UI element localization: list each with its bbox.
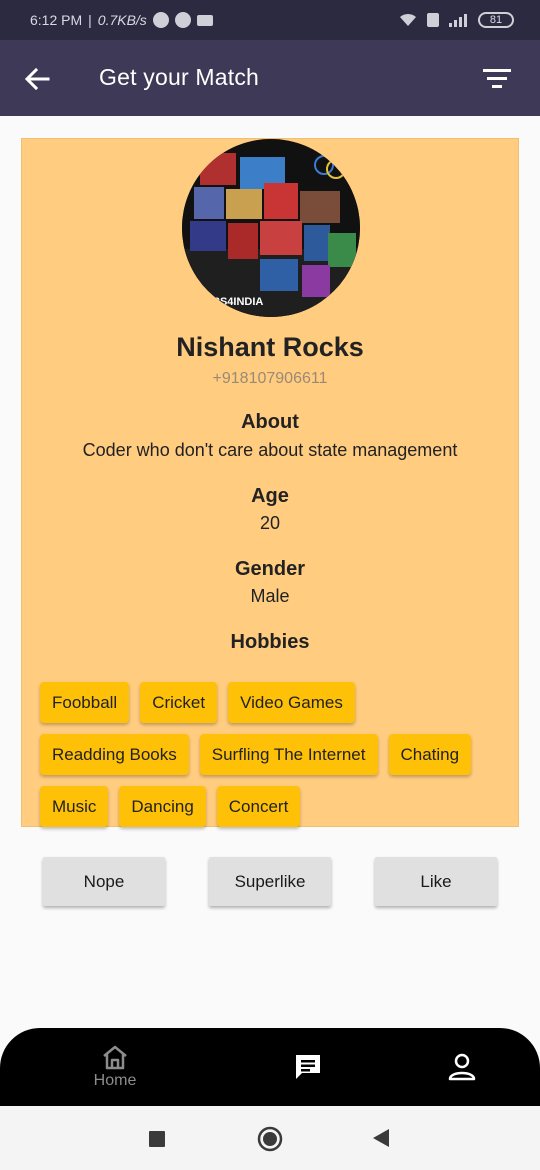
video-camera-icon	[196, 14, 213, 26]
hobby-chip[interactable]: Chating	[388, 734, 472, 775]
wifi-icon	[400, 13, 416, 26]
nav-home[interactable]: Home	[75, 1028, 155, 1106]
signal-icon	[449, 14, 467, 27]
system-navigation-bar	[0, 1106, 540, 1170]
gender-value: Male	[250, 586, 290, 606]
profile-name: Nishant Rocks	[176, 332, 364, 362]
home-circle-icon[interactable]	[257, 1126, 283, 1152]
profile-card: RS4INDIA Nishant Rocks +918107906611 Abo…	[21, 138, 519, 827]
home-icon	[103, 1045, 127, 1070]
hobby-chip[interactable]: Video Games	[228, 682, 355, 723]
person-icon	[448, 1053, 476, 1081]
hobby-chip[interactable]: Readding Books	[40, 734, 189, 775]
arrow-left-icon[interactable]	[22, 64, 52, 94]
hobby-chip[interactable]: Dancing	[119, 786, 206, 827]
avatar-caption: RS4INDIA	[212, 296, 263, 308]
filter-icon[interactable]	[482, 66, 512, 92]
profile-phone: +918107906611	[212, 370, 328, 387]
hobby-chip[interactable]: Foobball	[40, 682, 130, 723]
nope-button[interactable]: Nope	[43, 857, 165, 906]
hobby-chip[interactable]: Cricket	[140, 682, 218, 723]
hobbies-heading: Hobbies	[230, 631, 310, 653]
hobbies-list: Foobball Cricket Video Games Readding Bo…	[40, 682, 510, 827]
age-value: 20	[259, 513, 281, 533]
hobby-chip[interactable]: Concert	[216, 786, 301, 827]
battery-level: 81	[489, 14, 503, 26]
about-value: Coder who don't care about state managem…	[82, 440, 458, 460]
recents-square-icon[interactable]	[148, 1130, 166, 1148]
age-heading: Age	[251, 485, 289, 507]
app-bar: Get your Match	[0, 40, 540, 116]
superlike-button[interactable]: Superlike	[209, 857, 331, 906]
back-triangle-icon[interactable]	[372, 1128, 390, 1148]
page-title: Get your Match	[99, 64, 260, 90]
nav-profile[interactable]	[432, 1028, 492, 1106]
status-time: 6:12 PM	[30, 12, 83, 28]
about-heading: About	[241, 411, 299, 433]
hobby-chip[interactable]: Music	[40, 786, 109, 827]
sim-icon	[427, 13, 439, 27]
status-bar: 6:12 PM | 0.7KB/s 81	[0, 0, 540, 40]
messenger-icon	[152, 12, 169, 28]
status-speed: 0.7KB/s	[97, 12, 147, 28]
bottom-nav: Home	[0, 1028, 540, 1106]
gender-heading: Gender	[234, 558, 306, 580]
nav-chat[interactable]	[278, 1028, 338, 1106]
battery-icon: 81	[478, 12, 514, 28]
chat-icon	[296, 1055, 320, 1079]
hobby-chip[interactable]: Surfling The Internet	[199, 734, 378, 775]
like-button[interactable]: Like	[375, 857, 497, 906]
nav-home-label: Home	[93, 1072, 137, 1089]
avatar: RS4INDIA	[182, 139, 360, 317]
whatsapp-icon	[174, 12, 191, 28]
